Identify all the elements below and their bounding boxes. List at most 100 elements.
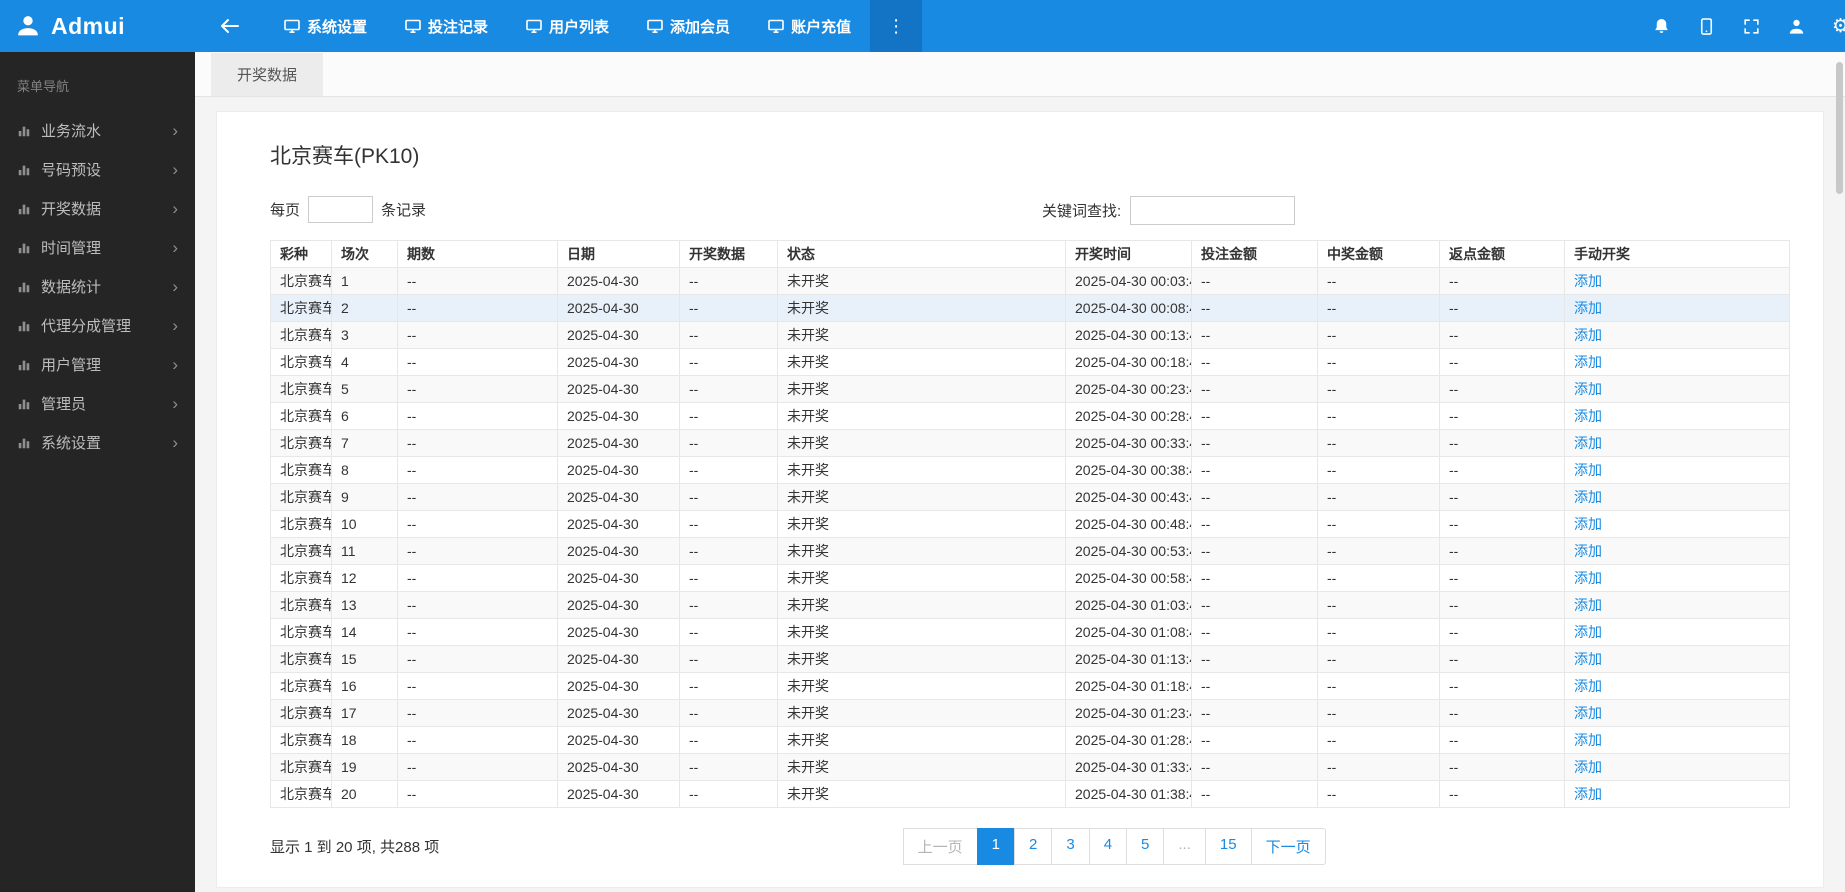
pagination-button[interactable]: 5 xyxy=(1126,828,1165,865)
chart-icon xyxy=(17,124,31,138)
add-draw-link[interactable]: 添加 xyxy=(1574,543,1602,559)
top-nav-item[interactable]: 系统设置 xyxy=(265,0,386,52)
sidebar-item[interactable]: 数据统计 › xyxy=(0,267,195,306)
cell-draw-time: 2025-04-30 00:18:40 xyxy=(1065,348,1192,376)
add-draw-link[interactable]: 添加 xyxy=(1574,786,1602,802)
pagination-button[interactable]: 2 xyxy=(1014,828,1053,865)
add-draw-link[interactable]: 添加 xyxy=(1574,489,1602,505)
pagination-button[interactable]: 下一页 xyxy=(1250,828,1326,865)
fullscreen-icon[interactable] xyxy=(1742,17,1761,36)
add-draw-link[interactable]: 添加 xyxy=(1574,354,1602,370)
table-row: 北京赛车(PK10) 3 -- 2025-04-30 -- 未开奖 2025-0… xyxy=(270,321,1790,349)
top-nav-item[interactable]: 用户列表 xyxy=(507,0,628,52)
brand[interactable]: Admui xyxy=(0,0,195,52)
cell-rebate-amount: -- xyxy=(1439,294,1565,322)
sidebar-item[interactable]: 代理分成管理 › xyxy=(0,306,195,345)
top-nav-item[interactable]: 账户充值 xyxy=(749,0,870,52)
add-draw-link[interactable]: 添加 xyxy=(1574,300,1602,316)
more-menu-button[interactable]: ⋮ xyxy=(870,0,923,52)
cell-manual-draw: 添加 xyxy=(1564,726,1790,754)
cell-manual-draw: 添加 xyxy=(1564,753,1790,781)
top-nav-item[interactable]: 投注记录 xyxy=(386,0,507,52)
vertical-scrollbar[interactable] xyxy=(1836,62,1843,194)
cell-draw-time: 2025-04-30 01:18:40 xyxy=(1065,672,1192,700)
add-draw-link[interactable]: 添加 xyxy=(1574,597,1602,613)
cell-draw-data: -- xyxy=(679,591,778,619)
pagination-button[interactable]: 3 xyxy=(1051,828,1090,865)
search-input[interactable] xyxy=(1130,196,1296,225)
pagination-button[interactable]: 1 xyxy=(976,828,1015,865)
add-draw-link[interactable]: 添加 xyxy=(1574,516,1602,532)
cell-draw-data: -- xyxy=(679,537,778,565)
cell-date: 2025-04-30 xyxy=(557,348,680,376)
add-draw-link[interactable]: 添加 xyxy=(1574,327,1602,343)
sidebar-item[interactable]: 用户管理 › xyxy=(0,345,195,384)
cell-bet-amount: -- xyxy=(1191,510,1318,538)
sidebar-item[interactable]: 业务流水 › xyxy=(0,111,195,150)
chevron-right-icon: › xyxy=(172,433,178,452)
cell-lottery: 北京赛车(PK10) xyxy=(270,537,332,565)
add-draw-link[interactable]: 添加 xyxy=(1574,759,1602,775)
per-page-input[interactable] xyxy=(308,196,374,223)
cell-manual-draw: 添加 xyxy=(1564,672,1790,700)
tab-lottery-data[interactable]: 开奖数据 xyxy=(211,53,324,96)
sidebar-item[interactable]: 系统设置 › xyxy=(0,423,195,462)
cell-draw-data: -- xyxy=(679,780,778,808)
cell-draw-time: 2025-04-30 00:43:40 xyxy=(1065,483,1192,511)
bell-icon[interactable] xyxy=(1652,17,1671,36)
add-draw-link[interactable]: 添加 xyxy=(1574,435,1602,451)
cell-lottery: 北京赛车(PK10) xyxy=(270,726,332,754)
add-draw-link[interactable]: 添加 xyxy=(1574,678,1602,694)
cell-draw-data: -- xyxy=(679,564,778,592)
add-draw-link[interactable]: 添加 xyxy=(1574,705,1602,721)
cell-date: 2025-04-30 xyxy=(557,618,680,646)
cell-win-amount: -- xyxy=(1317,483,1440,511)
cell-date: 2025-04-30 xyxy=(557,753,680,781)
column-header: 日期 xyxy=(557,240,680,268)
back-button[interactable] xyxy=(195,0,265,52)
cell-lottery: 北京赛车(PK10) xyxy=(270,267,332,295)
cell-lottery: 北京赛车(PK10) xyxy=(270,510,332,538)
sidebar-item[interactable]: 管理员 › xyxy=(0,384,195,423)
sidebar-item-label: 开奖数据 xyxy=(41,201,102,218)
add-draw-link[interactable]: 添加 xyxy=(1574,408,1602,424)
table-row: 北京赛车(PK10) 6 -- 2025-04-30 -- 未开奖 2025-0… xyxy=(270,402,1790,430)
add-draw-link[interactable]: 添加 xyxy=(1574,462,1602,478)
gear-icon[interactable]: ⚙ xyxy=(1832,15,1845,38)
cell-lottery: 北京赛车(PK10) xyxy=(270,483,332,511)
chevron-right-icon: › xyxy=(172,238,178,257)
cell-rebate-amount: -- xyxy=(1439,375,1565,403)
add-draw-link[interactable]: 添加 xyxy=(1574,624,1602,640)
top-nav-item[interactable]: 添加会员 xyxy=(628,0,749,52)
cell-period: -- xyxy=(397,564,558,592)
chart-icon xyxy=(17,358,31,372)
cell-manual-draw: 添加 xyxy=(1564,294,1790,322)
cell-win-amount: -- xyxy=(1317,537,1440,565)
sidebar-item[interactable]: 号码预设 › xyxy=(0,150,195,189)
cell-status: 未开奖 xyxy=(777,645,1066,673)
cell-period: -- xyxy=(397,780,558,808)
content-area: 北京赛车(PK10) 每页 条记录 关键词查找: 彩种 场次 期数 日期 开奖数… xyxy=(195,97,1845,892)
pagination-button[interactable]: 4 xyxy=(1088,828,1128,865)
pagination-button[interactable]: 上一页 xyxy=(902,828,978,865)
add-draw-link[interactable]: 添加 xyxy=(1574,651,1602,667)
cell-date: 2025-04-30 xyxy=(557,321,680,349)
add-draw-link[interactable]: 添加 xyxy=(1574,570,1602,586)
cell-status: 未开奖 xyxy=(777,510,1066,538)
cell-date: 2025-04-30 xyxy=(557,564,680,592)
add-draw-link[interactable]: 添加 xyxy=(1574,273,1602,289)
user-icon[interactable] xyxy=(1787,17,1806,36)
add-draw-link[interactable]: 添加 xyxy=(1574,381,1602,397)
tablet-icon[interactable] xyxy=(1697,17,1716,36)
pagination-button[interactable]: 15 xyxy=(1204,828,1252,865)
sidebar-item-label: 数据统计 xyxy=(41,279,102,296)
sidebar-item[interactable]: 开奖数据 › xyxy=(0,189,195,228)
cell-status: 未开奖 xyxy=(777,699,1066,727)
sidebar-item[interactable]: 时间管理 › xyxy=(0,228,195,267)
cell-period: -- xyxy=(397,645,558,673)
pagination-button[interactable]: ... xyxy=(1163,828,1206,865)
top-nav: 系统设置 投注记录 用户列表 添加会员 账户充值 xyxy=(265,0,870,52)
top-nav-label: 账户充值 xyxy=(791,18,852,36)
add-draw-link[interactable]: 添加 xyxy=(1574,732,1602,748)
cell-rebate-amount: -- xyxy=(1439,591,1565,619)
